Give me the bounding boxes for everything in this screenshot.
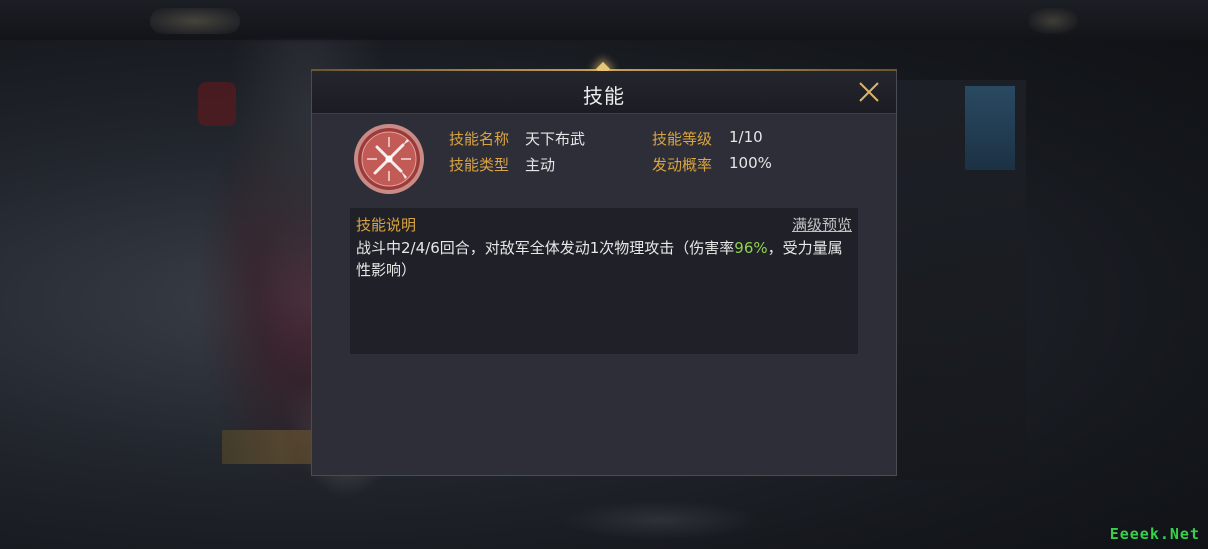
description-title: 技能说明	[356, 216, 417, 234]
skill-description-box: 技能说明 满级预览 战斗中2/4/6回合，对敌军全体发动1次物理攻击（伤害率96…	[350, 208, 858, 354]
skill-info-section: 技能名称 天下布武 技能等级 1/10 技能类型 主动 发动概率 100%	[312, 114, 896, 202]
background-red-badge	[198, 82, 236, 126]
skill-type-label: 技能类型	[449, 156, 510, 174]
skill-level-label: 技能等级	[652, 130, 713, 148]
trigger-chance-value: 100%	[729, 154, 772, 172]
background-bottom-glow	[560, 500, 760, 540]
skill-name-label: 技能名称	[449, 130, 510, 148]
trigger-chance-label: 发动概率	[652, 156, 713, 174]
description-text: 战斗中2/4/6回合，对敌军全体发动1次物理攻击（伤害率96%，受力量属性影响）	[356, 237, 852, 281]
close-icon[interactable]	[856, 79, 882, 105]
skill-dialog: 技能 技能名称 天下布武 技能等级 1/10 技能类型 主动 发动概率 100%…	[311, 61, 897, 476]
max-level-preview-link[interactable]: 满级预览	[792, 214, 852, 235]
skill-name-value: 天下布武	[525, 130, 586, 148]
watermark: Eeeek.Net	[1109, 525, 1200, 543]
description-text-start: 战斗中2/4/6回合，对敌军全体发动1次物理攻击（伤害率	[356, 239, 735, 257]
damage-rate-highlight: 96%	[734, 239, 768, 257]
dialog-title: 技能	[583, 84, 625, 108]
background-top-tab	[150, 8, 240, 34]
background-blue-card	[965, 86, 1015, 170]
skill-level-value: 1/10	[729, 128, 763, 146]
crossed-swords-icon	[353, 123, 425, 195]
skill-type-value: 主动	[525, 156, 556, 174]
background-top-tab-right	[1028, 8, 1078, 34]
dialog-header: 技能	[312, 71, 896, 114]
